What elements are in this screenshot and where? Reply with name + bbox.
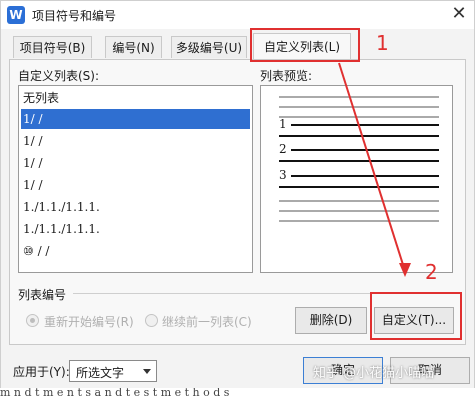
bullets-numbering-dialog: W 项目符号和编号 ✕ 项目符号(B) 编号(N) 多级编号(U) 自定义列表(… — [0, 0, 475, 397]
background-document-text: m n d t m e n t s a n d t e s t m e t h … — [0, 388, 475, 397]
annotation-arrow — [338, 62, 411, 277]
watermark: 知乎 @小花猫小喵喵 — [313, 366, 435, 381]
